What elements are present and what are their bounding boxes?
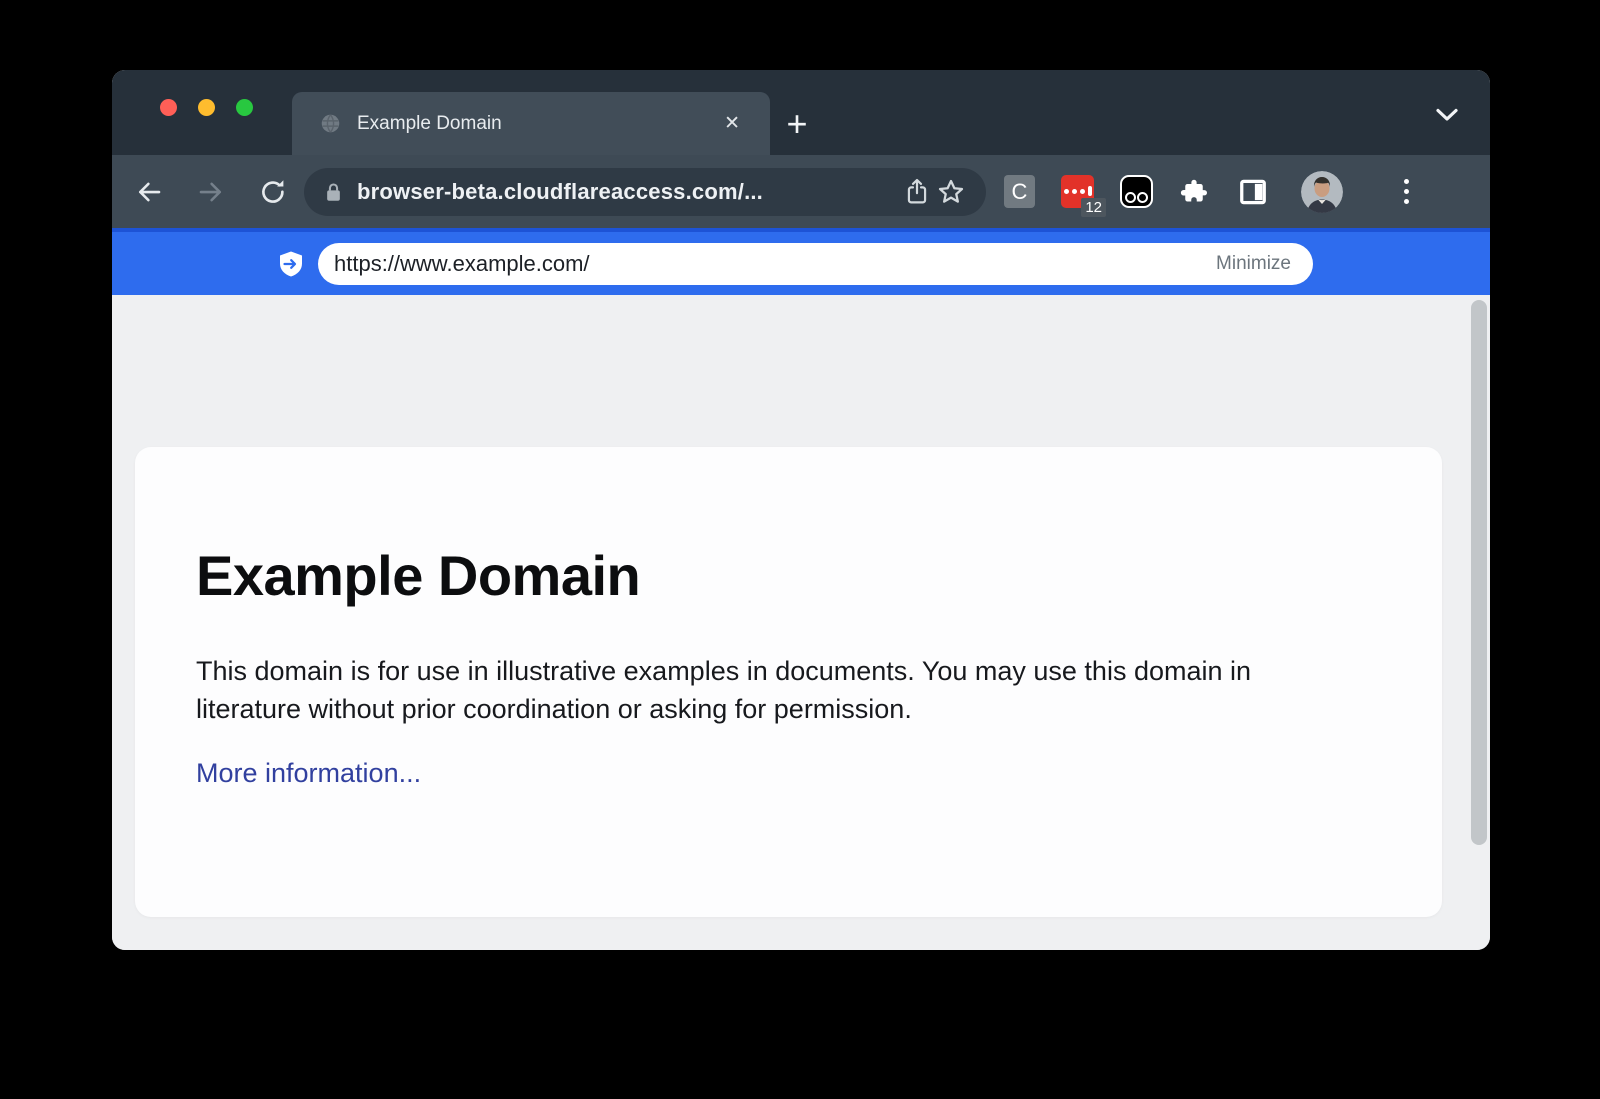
arrow-left-icon xyxy=(134,177,164,207)
dot-icon xyxy=(1404,179,1409,184)
close-tab-icon[interactable]: ✕ xyxy=(724,114,740,133)
goggles-extension-button[interactable] xyxy=(1120,175,1153,208)
window-controls xyxy=(160,99,253,116)
globe-favicon-icon xyxy=(320,113,341,134)
more-information-link[interactable]: More information... xyxy=(196,758,421,789)
new-tab-button[interactable]: + xyxy=(774,92,820,155)
desktop-background: Example Domain ✕ + xyxy=(0,0,1600,1099)
lock-icon xyxy=(324,180,343,204)
page-viewport: Example Domain This domain is for use in… xyxy=(112,295,1490,950)
scrollbar-thumb[interactable] xyxy=(1471,300,1487,845)
content-card: Example Domain This domain is for use in… xyxy=(135,447,1442,917)
profile-avatar[interactable] xyxy=(1301,171,1343,213)
c-extension-label: C xyxy=(1012,179,1028,205)
back-button[interactable] xyxy=(134,177,164,207)
tab-title: Example Domain xyxy=(357,113,724,135)
reload-icon xyxy=(258,177,288,207)
dot-icon xyxy=(1080,189,1085,194)
puzzle-icon xyxy=(1180,177,1210,207)
chevron-down-icon xyxy=(1436,108,1458,122)
browser-menu-button[interactable] xyxy=(1399,179,1413,204)
avatar-photo xyxy=(1301,171,1343,213)
url-text: browser-beta.cloudflareaccess.com/... xyxy=(357,179,900,205)
active-tab[interactable]: Example Domain ✕ xyxy=(292,92,770,155)
isolated-url-text: https://www.example.com/ xyxy=(334,251,1216,277)
fullscreen-window-button[interactable] xyxy=(236,99,253,116)
bookmark-button[interactable] xyxy=(934,175,968,209)
forward-button[interactable] xyxy=(196,177,226,207)
isolated-url-input[interactable]: https://www.example.com/ Minimize xyxy=(318,243,1313,285)
close-window-button[interactable] xyxy=(160,99,177,116)
plus-icon: + xyxy=(786,106,807,142)
star-icon xyxy=(936,177,966,207)
extensions-row: C 12 xyxy=(1004,171,1413,213)
dot-icon xyxy=(1072,189,1077,194)
tab-strip: Example Domain ✕ + xyxy=(112,70,1490,155)
dot-icon xyxy=(1064,189,1069,194)
extensions-menu-button[interactable] xyxy=(1179,176,1211,208)
minimize-window-button[interactable] xyxy=(198,99,215,116)
tab-search-button[interactable] xyxy=(1432,100,1462,130)
page-paragraph: This domain is for use in illustrative e… xyxy=(196,652,1296,728)
url-bar[interactable]: browser-beta.cloudflareaccess.com/... xyxy=(304,168,986,216)
isolation-bar: https://www.example.com/ Minimize xyxy=(112,228,1490,295)
isolation-shield-icon xyxy=(278,250,304,278)
browser-window: Example Domain ✕ + xyxy=(112,70,1490,950)
side-panel-icon xyxy=(1238,177,1268,207)
lens-icon xyxy=(1125,192,1136,203)
share-icon xyxy=(903,177,931,207)
share-button[interactable] xyxy=(900,175,934,209)
side-panel-button[interactable] xyxy=(1237,176,1269,208)
red-dots-extension-button[interactable]: 12 xyxy=(1061,175,1094,208)
dot-icon xyxy=(1404,189,1409,194)
lens-icon xyxy=(1137,192,1148,203)
reload-button[interactable] xyxy=(258,177,288,207)
c-extension-button[interactable]: C xyxy=(1004,175,1035,208)
extension-count-badge: 12 xyxy=(1081,198,1106,217)
page-heading: Example Domain xyxy=(196,543,1382,608)
arrow-right-icon xyxy=(196,177,226,207)
bar-icon xyxy=(1088,186,1092,196)
minimize-bar-button[interactable]: Minimize xyxy=(1216,253,1291,275)
browser-toolbar: browser-beta.cloudflareaccess.com/... C xyxy=(112,155,1490,228)
dot-icon xyxy=(1404,199,1409,204)
